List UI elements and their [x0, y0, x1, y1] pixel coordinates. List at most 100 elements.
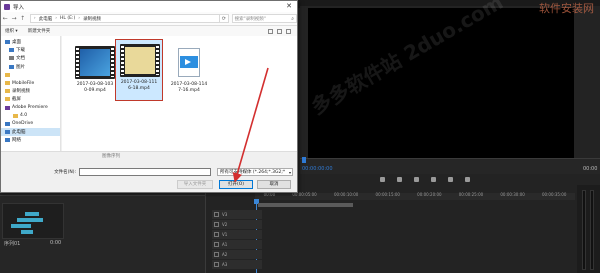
breadcrumb-item[interactable]: HL (E:) [60, 16, 75, 21]
sidebar-item[interactable]: 下载 [1, 46, 60, 54]
track-header[interactable]: V3 [212, 210, 262, 219]
track-lock-icon[interactable] [214, 252, 219, 257]
network-icon [5, 138, 10, 143]
track-header[interactable]: A3 [212, 260, 262, 269]
sidebar-item[interactable]: 此电脑 [1, 128, 60, 137]
file-item[interactable]: 2017-03-08-114 7-16.mp4 [163, 42, 215, 104]
play-icon[interactable] [431, 176, 436, 182]
cloud-icon [5, 121, 10, 126]
sidebar-item[interactable]: 网络 [1, 136, 60, 144]
sidebar-item[interactable]: OneDrive [1, 120, 60, 128]
breadcrumb-item[interactable]: 录制视频 [83, 16, 101, 22]
mark-out-icon[interactable] [397, 176, 402, 182]
navigation-pane: 桌面 下载文档图片 MobileFile 录制视频 截屏 Adobe Premiere 4.… [1, 36, 61, 151]
sidebar-item-label: 图片 [16, 64, 25, 70]
track-label: A1 [222, 242, 228, 247]
sidebar-item[interactable]: Adobe Premiere [1, 104, 60, 112]
file-item-selected[interactable]: 2017-03-08-111 6-18.mp4 [115, 39, 163, 101]
filename-row: 文件名(N): 所有可支持媒体 (*.264;*.3G2;* ▾ [1, 167, 297, 177]
track-label: V3 [222, 212, 228, 217]
up-arrow-icon[interactable]: ↑ [18, 15, 27, 22]
track-label: V1 [222, 232, 228, 237]
ruler-label: 00:00:35:00 [541, 192, 567, 197]
track-header[interactable]: A2 [212, 250, 262, 259]
file-type-value: 所有可支持媒体 (*.264;*.3G2;* [220, 170, 286, 175]
timecode-duration: 00:00 [583, 166, 598, 172]
project-item-thumbnail[interactable] [2, 203, 64, 239]
sidebar-item-label: OneDrive [12, 121, 34, 127]
help-icon[interactable] [286, 28, 291, 34]
monitor-scrub-bar[interactable] [300, 158, 600, 166]
address-bar-row: ← → ↑ › 此电脑 › HL (E:) › 录制视频 ⟳ 搜索"录制视频" … [1, 12, 298, 26]
view-mode-icon[interactable] [268, 28, 273, 34]
import-folder-button[interactable]: 导入文件夹 [177, 180, 213, 189]
folder-icon [5, 97, 10, 102]
track-label: A2 [222, 252, 228, 257]
premiere-app-icon [4, 3, 10, 10]
track-label: V2 [222, 222, 228, 227]
audio-meter-right [590, 190, 594, 270]
sidebar-item[interactable]: 截屏 [1, 95, 60, 103]
track-header[interactable]: A1 [212, 240, 262, 249]
track-lock-icon[interactable] [214, 222, 219, 227]
back-arrow-icon[interactable]: ← [1, 15, 10, 22]
timeline-ruler-labels: 00:00 00:00:05:00 00:00:10:00 00:00:15:0… [255, 192, 575, 197]
track-lock-icon[interactable] [214, 212, 219, 217]
track-header[interactable]: V2 [212, 220, 262, 229]
sidebar-item[interactable]: 文档 [1, 54, 60, 62]
mark-in-icon[interactable] [380, 176, 385, 182]
sidebar-item[interactable]: MobileFile [1, 79, 60, 87]
breadcrumb-item[interactable]: 此电脑 [39, 16, 53, 22]
sidebar-item[interactable]: 4.0 [1, 112, 60, 120]
breadcrumb-separator: › [33, 16, 36, 21]
folder-icon [13, 113, 18, 118]
video-thumbnail-icon [75, 46, 115, 79]
sidebar-item[interactable]: 桌面 [1, 38, 60, 46]
search-placeholder: 搜索"录制视频" [234, 16, 266, 22]
view-options [268, 28, 291, 34]
insert-icon[interactable] [465, 176, 470, 182]
timecode-current[interactable]: 00:00:00:00 [302, 166, 333, 172]
file-name: 2017-03-08-103 0-09.mp4 [76, 82, 114, 93]
step-forward-icon[interactable] [448, 176, 453, 182]
dialog-titlebar[interactable]: 导入 ✕ [1, 1, 297, 12]
dialog-buttons: 导入文件夹 打开(O) 取消 [1, 180, 297, 190]
new-folder-button[interactable]: 新建文件夹 [28, 28, 51, 34]
track-lock-icon[interactable] [214, 262, 219, 267]
track-lock-icon[interactable] [214, 232, 219, 237]
file-name: 2017-03-08-114 7-16.mp4 [170, 82, 208, 93]
file-name: 2017-03-08-111 6-18.mp4 [120, 80, 158, 91]
ruler-label: 00:00:10:00 [333, 192, 359, 197]
file-list: 2017-03-08-103 0-09.mp4 2017-03-08-111 6… [62, 36, 297, 151]
dialog-title: 导入 [13, 4, 25, 11]
sidebar-item-label: 文档 [16, 56, 25, 62]
audio-meter-left [582, 190, 586, 270]
project-item-name: 序列01 [4, 241, 21, 247]
step-back-icon[interactable] [414, 176, 419, 182]
track-headers: V3 V2 V1 A1 A2 A3 [212, 210, 262, 270]
sidebar-item-label: 此电脑 [12, 130, 26, 136]
breadcrumb[interactable]: › 此电脑 › HL (E:) › 录制视频 [29, 14, 220, 23]
organize-button[interactable]: 组织 ▾ [5, 28, 18, 34]
cancel-button[interactable]: 取消 [257, 180, 291, 189]
sidebar-item[interactable]: 图片 [1, 63, 60, 71]
filename-input[interactable] [79, 168, 211, 176]
file-type-select[interactable]: 所有可支持媒体 (*.264;*.3G2;* ▾ [217, 168, 293, 176]
refresh-icon[interactable]: ⟳ [219, 14, 229, 23]
track-lock-icon[interactable] [214, 242, 219, 247]
open-button[interactable]: 打开(O) [219, 180, 253, 189]
sidebar-item[interactable] [1, 71, 60, 79]
project-item-duration: 0:00 [50, 240, 62, 246]
track-header[interactable]: V1 [212, 230, 262, 239]
forward-arrow-icon[interactable]: → [10, 15, 19, 22]
preview-pane-icon[interactable] [277, 28, 282, 34]
close-button[interactable]: ✕ [281, 1, 297, 12]
file-item[interactable]: 2017-03-08-103 0-09.mp4 [69, 42, 121, 104]
sidebar-item-label: 4.0 [20, 113, 28, 119]
document-icon [9, 56, 14, 61]
image-sequence-checkbox-label[interactable]: 图像序列 [1, 151, 297, 161]
sidebar-item[interactable]: 录制视频 [1, 87, 60, 95]
timeline-work-area-bar[interactable] [258, 203, 353, 207]
search-input[interactable]: 搜索"录制视频" ⌕ [231, 14, 298, 23]
monitor-playhead-marker[interactable] [302, 157, 306, 163]
